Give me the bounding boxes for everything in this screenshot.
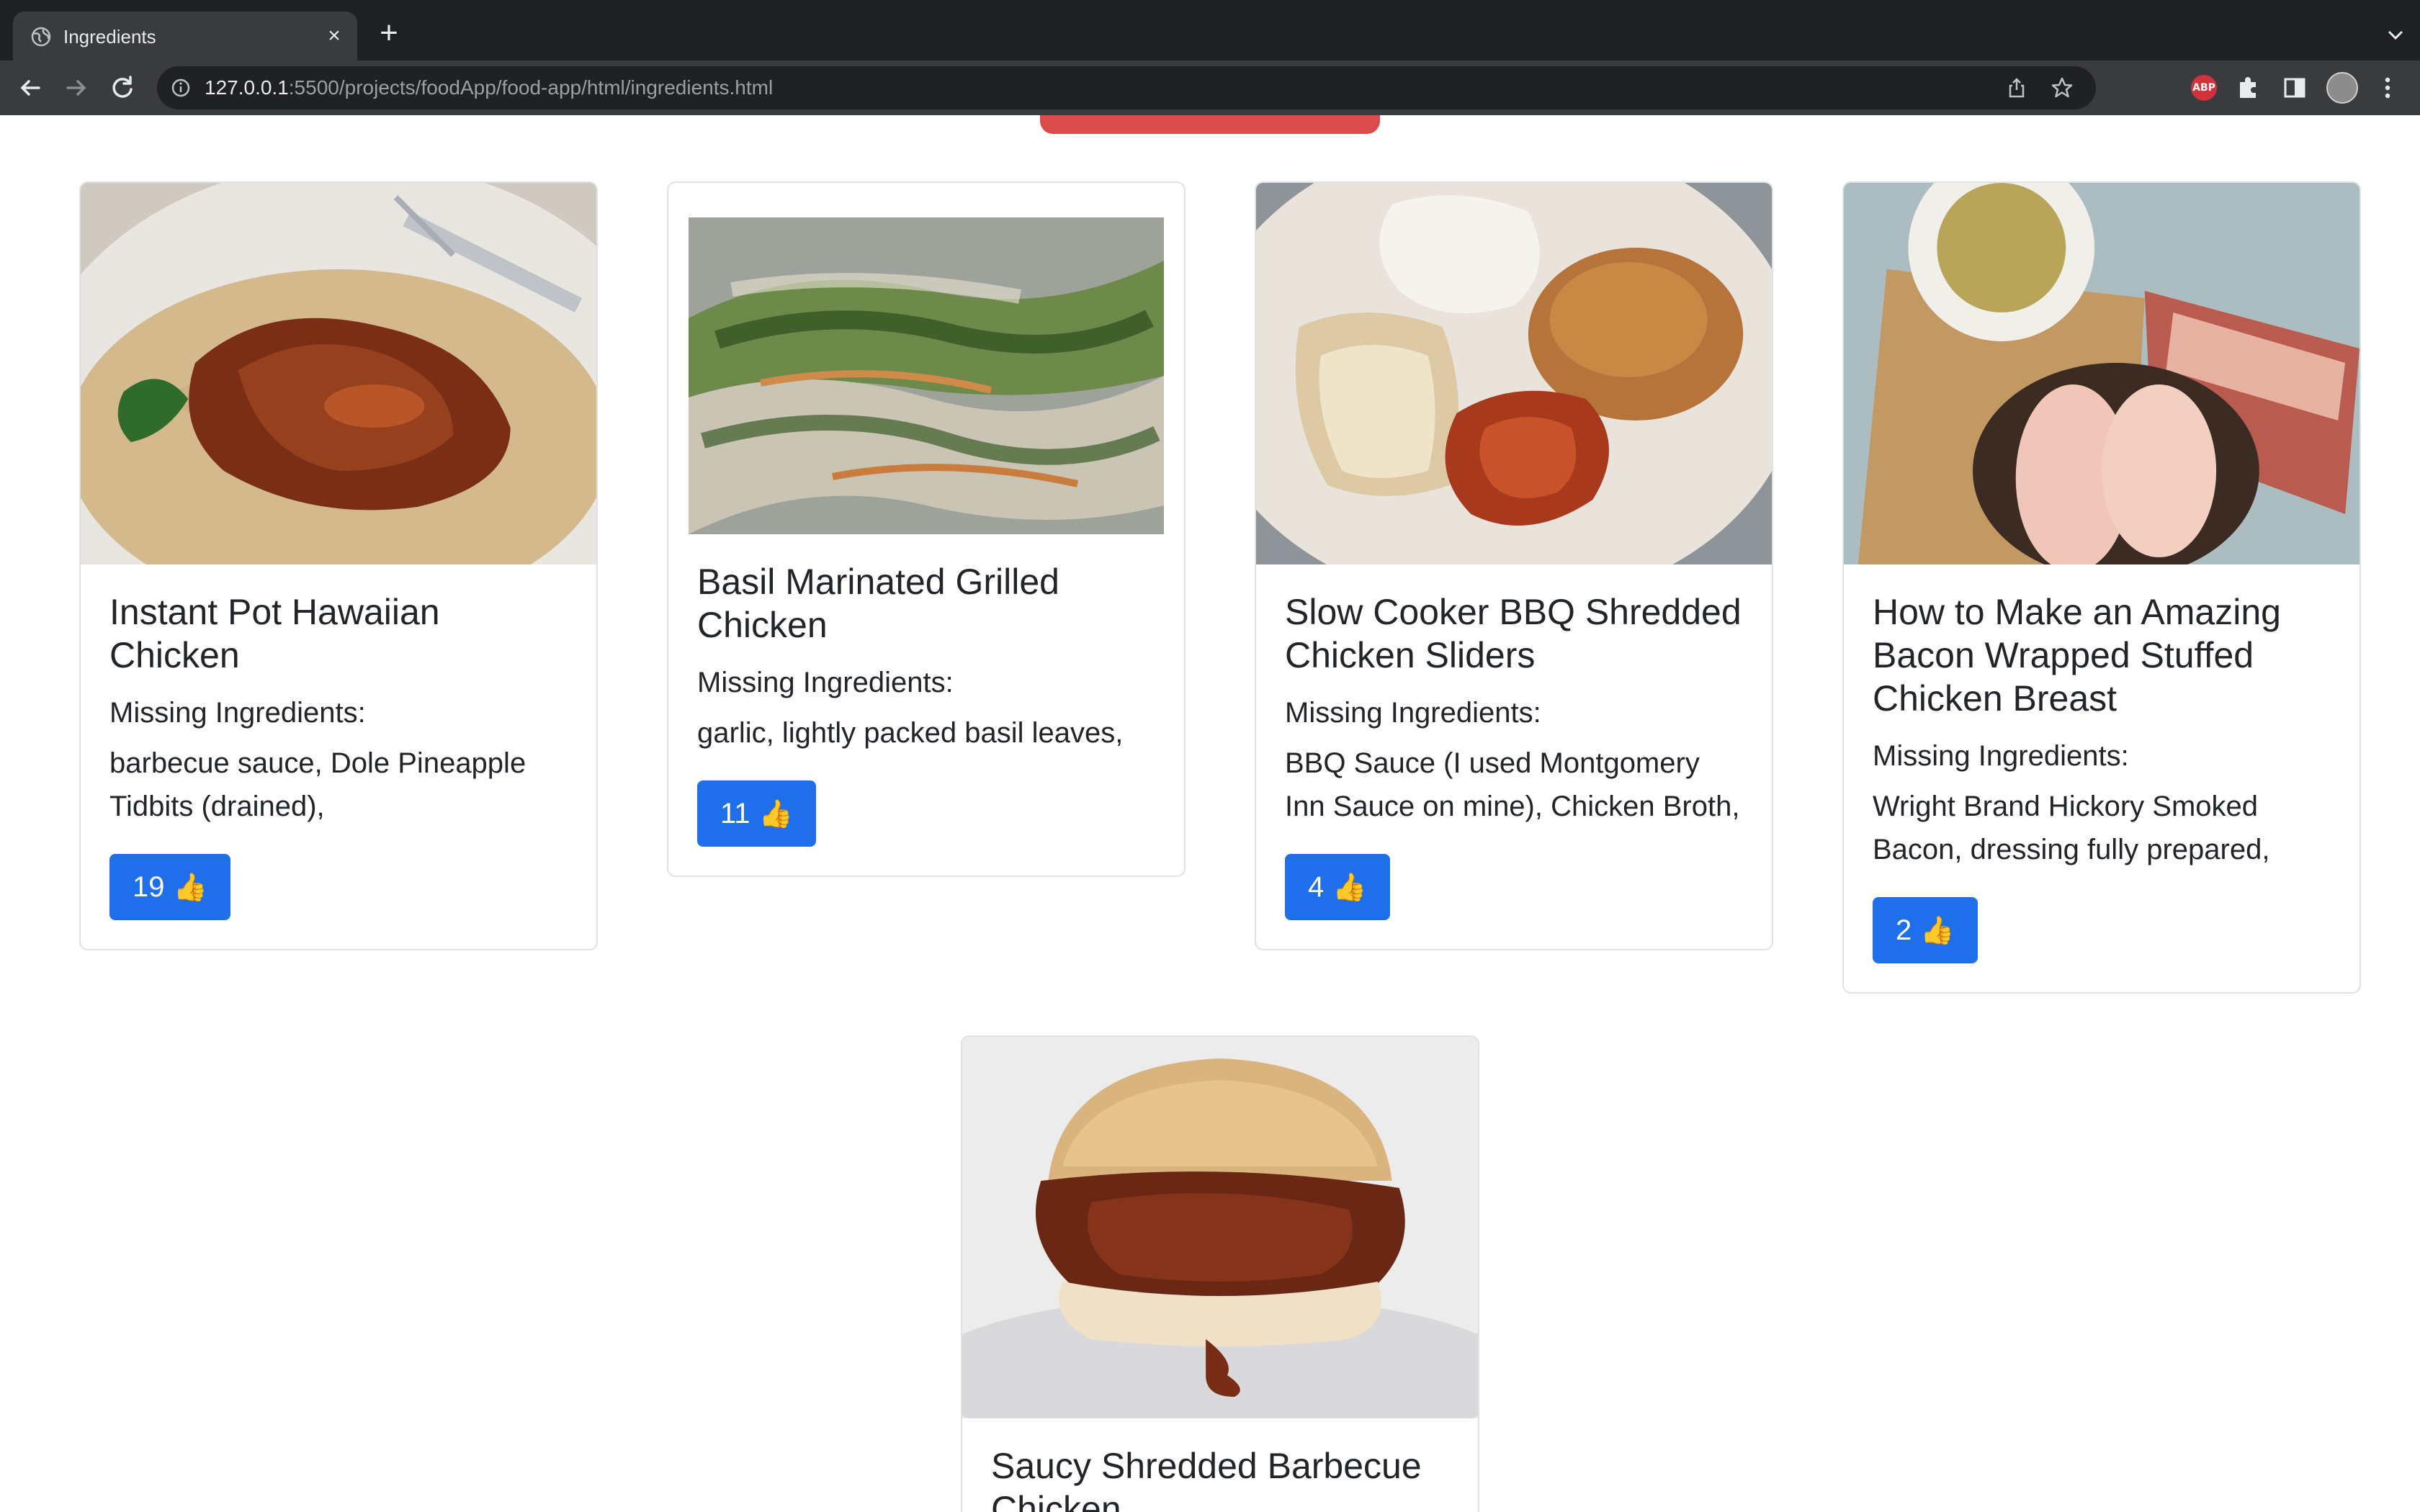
- new-tab-icon[interactable]: +: [373, 17, 405, 50]
- recipe-card: Slow Cooker BBQ Shredded Chicken Sliders…: [1255, 181, 1773, 950]
- missing-ingredients-text: garlic, lightly packed basil leaves,: [697, 717, 1124, 749]
- reload-icon[interactable]: [107, 72, 138, 104]
- recipe-image: [962, 1037, 1478, 1418]
- like-button[interactable]: 19 👍: [109, 854, 230, 920]
- recipe-title: Slow Cooker BBQ Shredded Chicken Sliders: [1285, 592, 1742, 675]
- missing-ingredients-text: BBQ Sauce (I used Montgomery Inn Sauce o…: [1285, 747, 1740, 822]
- thumbs-up-icon: 👍: [758, 797, 793, 829]
- page-content: Instant Pot Hawaiian Chicken Missing Ing…: [0, 115, 2420, 1512]
- like-count: 19: [133, 870, 165, 903]
- info-icon[interactable]: [170, 77, 192, 99]
- missing-ingredients-text: Wright Brand Hickory Smoked Bacon, dress…: [1873, 791, 2270, 865]
- forward-arrow-icon[interactable]: [60, 72, 92, 104]
- close-tab-icon[interactable]: ×: [321, 23, 347, 49]
- recipe-title: Saucy Shredded Barbecue Chicken: [991, 1446, 1422, 1512]
- missing-ingredients-text: barbecue sauce, Dole Pineapple Tidbits (…: [109, 747, 526, 822]
- recipe-card: Saucy Shredded Barbecue Chicken: [961, 1035, 1479, 1512]
- puzzle-extensions-icon[interactable]: [2234, 73, 2263, 102]
- missing-ingredients-label: Missing Ingredients:: [1285, 697, 1541, 729]
- share-icon[interactable]: [2005, 76, 2028, 99]
- like-count: 11: [720, 797, 750, 829]
- recipe-card: Instant Pot Hawaiian Chicken Missing Ing…: [79, 181, 598, 950]
- thumbs-up-icon: 👍: [1920, 914, 1955, 946]
- browser-tab[interactable]: Ingredients ×: [13, 12, 357, 60]
- url-path: :5500/projects/foodApp/food-app/html/ing…: [288, 76, 774, 99]
- kebab-menu-icon[interactable]: [2377, 73, 2398, 102]
- recipe-title: How to Make an Amazing Bacon Wrapped Stu…: [1873, 592, 2281, 719]
- like-count: 4: [1308, 870, 1325, 903]
- address-bar[interactable]: 127.0.0.1:5500/projects/foodApp/food-app…: [157, 66, 2096, 109]
- url-text[interactable]: 127.0.0.1:5500/projects/foodApp/food-app…: [205, 76, 773, 100]
- missing-ingredients-label: Missing Ingredients:: [1873, 740, 2129, 772]
- scrolled-button-edge[interactable]: [1040, 115, 1380, 134]
- recipe-image: [1844, 183, 2360, 564]
- chevron-down-icon[interactable]: [2383, 22, 2408, 48]
- like-button[interactable]: 11 👍: [697, 780, 816, 847]
- globe-icon: [31, 27, 51, 47]
- recipe-card: Basil Marinated Grilled Chicken Missing …: [667, 181, 1186, 877]
- adblock-extension-icon[interactable]: ABP: [2190, 73, 2218, 102]
- recipe-image: [689, 217, 1164, 534]
- recipe-title: Instant Pot Hawaiian Chicken: [109, 592, 440, 675]
- profile-avatar[interactable]: [2326, 72, 2358, 104]
- thumbs-up-icon: 👍: [1332, 870, 1367, 903]
- like-count: 2: [1896, 914, 1912, 946]
- like-button[interactable]: 4 👍: [1285, 854, 1390, 920]
- tab-title: Ingredients: [63, 26, 156, 48]
- like-button[interactable]: 2 👍: [1873, 897, 1978, 963]
- thumbs-up-icon: 👍: [173, 870, 207, 903]
- recipe-title: Basil Marinated Grilled Chicken: [697, 562, 1059, 645]
- recipe-image: [1256, 183, 1772, 564]
- side-panel-icon[interactable]: [2280, 73, 2309, 102]
- missing-ingredients-label: Missing Ingredients:: [697, 667, 954, 698]
- back-arrow-icon[interactable]: [14, 72, 46, 104]
- missing-ingredients-label: Missing Ingredients:: [109, 697, 366, 729]
- browser-toolbar: 127.0.0.1:5500/projects/foodApp/food-app…: [0, 60, 2420, 115]
- recipe-card: How to Make an Amazing Bacon Wrapped Stu…: [1842, 181, 2361, 994]
- browser-tab-bar: Ingredients × +: [0, 0, 2420, 60]
- url-host: 127.0.0.1: [205, 76, 289, 99]
- recipe-image: [81, 183, 596, 564]
- bookmark-star-icon[interactable]: [2050, 76, 2074, 100]
